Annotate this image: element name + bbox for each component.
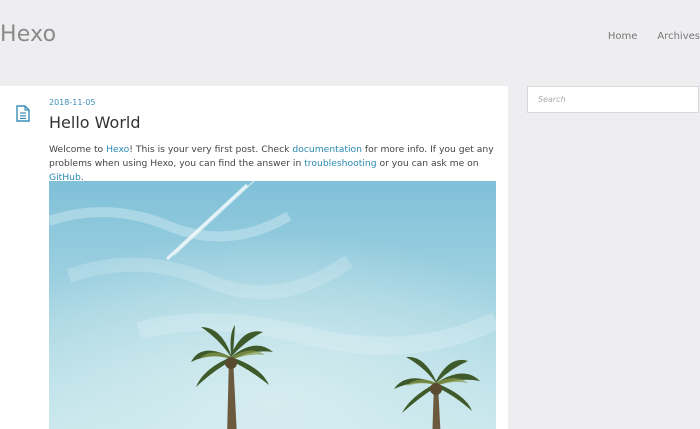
- text-segment: ! This is your very first post. Check: [129, 144, 293, 155]
- document-icon: [16, 105, 30, 122]
- post-body: Welcome to Hexo! This is your very first…: [49, 143, 501, 185]
- site-header: Hexo Home Archives: [0, 0, 700, 86]
- palm-trees-photo: [49, 181, 496, 429]
- post-card: 2018-11-05 Hello World Welcome to Hexo! …: [0, 86, 508, 429]
- documentation-link[interactable]: documentation: [292, 144, 362, 155]
- nav-item-home[interactable]: Home: [608, 31, 638, 42]
- post-image: [49, 181, 496, 429]
- site-logo[interactable]: Hexo: [0, 22, 56, 47]
- hexo-link[interactable]: Hexo: [106, 144, 129, 155]
- troubleshooting-link[interactable]: troubleshooting: [304, 158, 376, 169]
- main-nav: Home Archives: [588, 31, 700, 42]
- sidebar: [527, 86, 700, 113]
- post-date[interactable]: 2018-11-05: [49, 98, 96, 107]
- post-title[interactable]: Hello World: [49, 113, 141, 132]
- nav-item-archives[interactable]: Archives: [657, 31, 700, 42]
- search-input[interactable]: [527, 86, 699, 113]
- text-segment: Welcome to: [49, 144, 107, 155]
- text-segment: or you can ask me on: [376, 158, 479, 169]
